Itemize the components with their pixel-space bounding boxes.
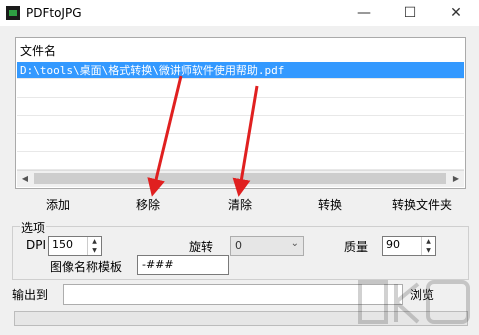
window-title: PDFtoJPG xyxy=(26,6,82,20)
rotate-label: 旋转 xyxy=(189,240,214,254)
options-legend: 选项 xyxy=(20,219,47,236)
close-button[interactable]: ✕ xyxy=(433,0,479,26)
dpi-label: DPI xyxy=(26,238,47,252)
rotate-value[interactable]: 0 xyxy=(235,239,242,252)
watermark-logo xyxy=(358,280,470,324)
scroll-thumb[interactable] xyxy=(34,173,446,184)
scroll-left-icon[interactable]: ◀ xyxy=(17,171,33,187)
empty-list-row xyxy=(17,80,464,98)
output-label: 输出到 xyxy=(12,288,49,302)
dpi-value[interactable]: 150 xyxy=(52,238,73,251)
spin-up-icon[interactable]: ▲ xyxy=(88,237,101,246)
file-list[interactable]: 文件名 D:\tools\桌面\格式转换\微讲师软件使用帮助.pdf ◀ ▶ xyxy=(15,37,466,189)
spin-down-icon[interactable]: ▼ xyxy=(88,246,101,255)
clear-button[interactable]: 清除 xyxy=(220,194,260,216)
output-path-input[interactable] xyxy=(63,284,403,305)
quality-spinner-buttons[interactable]: ▲ ▼ xyxy=(421,237,435,255)
empty-list-row xyxy=(17,98,464,116)
spin-up-icon[interactable]: ▲ xyxy=(422,237,435,246)
empty-list-row xyxy=(17,134,464,152)
dpi-spinner[interactable]: 150 ▲ ▼ xyxy=(48,236,102,256)
horizontal-scrollbar[interactable]: ◀ ▶ xyxy=(17,170,464,187)
chevron-down-icon[interactable]: ⌄ xyxy=(291,238,299,249)
convert-button[interactable]: 转换 xyxy=(310,194,350,216)
quality-label: 质量 xyxy=(344,240,369,254)
remove-button[interactable]: 移除 xyxy=(128,194,168,216)
add-button[interactable]: 添加 xyxy=(38,194,78,216)
name-template-value[interactable]: -### xyxy=(142,258,174,271)
name-template-label: 图像名称模板 xyxy=(50,260,123,274)
dpi-spinner-buttons[interactable]: ▲ ▼ xyxy=(87,237,101,255)
app-icon xyxy=(6,6,20,20)
scroll-right-icon[interactable]: ▶ xyxy=(448,171,464,187)
name-template-input[interactable]: -### xyxy=(137,255,229,275)
empty-list-row xyxy=(17,116,464,134)
convert-folder-button[interactable]: 转换文件夹 xyxy=(386,194,458,216)
empty-list-row xyxy=(17,152,464,170)
minimize-button[interactable]: — xyxy=(341,0,387,26)
quality-value[interactable]: 90 xyxy=(386,238,400,251)
quality-spinner[interactable]: 90 ▲ ▼ xyxy=(382,236,436,256)
maximize-button[interactable]: ☐ xyxy=(387,0,433,26)
title-bar: PDFtoJPG — ☐ ✕ xyxy=(0,0,479,26)
file-list-row[interactable]: D:\tools\桌面\格式转换\微讲师软件使用帮助.pdf xyxy=(17,62,464,79)
spin-down-icon[interactable]: ▼ xyxy=(422,246,435,255)
rotate-select[interactable]: 0 ⌄ xyxy=(230,236,304,256)
column-header-filename[interactable]: 文件名 xyxy=(20,42,56,59)
